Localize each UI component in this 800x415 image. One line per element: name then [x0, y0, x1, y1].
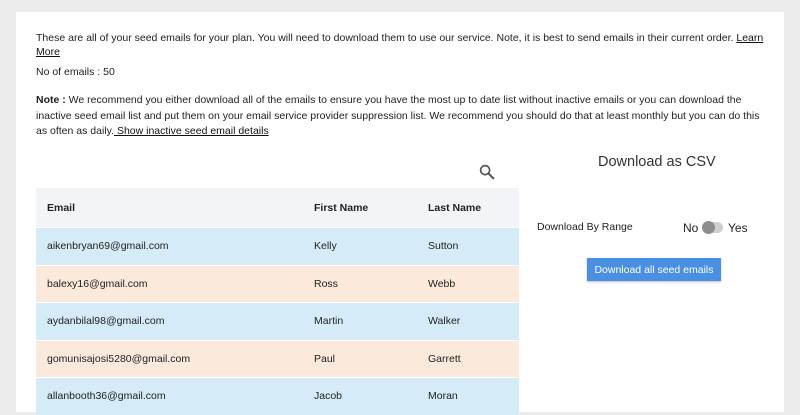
download-csv-title: Download as CSV	[598, 154, 716, 170]
toggle-knob	[702, 221, 715, 234]
intro-description: These are all of your seed emails for yo…	[36, 32, 737, 44]
cell-email: aikenbryan69@gmail.com	[36, 227, 303, 265]
cell-last-name: Walker	[417, 302, 519, 340]
range-toggle[interactable]	[702, 221, 723, 234]
toggle-yes-label: Yes	[728, 221, 748, 235]
cell-first-name: Jacob	[303, 377, 417, 415]
cell-email: gomunisajosi5280@gmail.com	[36, 339, 303, 378]
cell-first-name: Paul	[303, 339, 417, 378]
cell-first-name: Ross	[303, 264, 417, 303]
seed-emails-panel: These are all of your seed emails for yo…	[16, 12, 784, 415]
note-label: Note :	[36, 94, 66, 106]
table-row: aydanbilal98@gmail.com Martin Walker	[36, 302, 519, 340]
table-row: aikenbryan69@gmail.com Kelly Sutton	[36, 227, 519, 265]
cell-last-name: Garrett	[417, 339, 519, 378]
cell-first-name: Martin	[303, 302, 417, 340]
table-row: allanbooth36@gmail.com Jacob Moran	[36, 377, 519, 415]
header-first-name[interactable]: First Name	[303, 188, 417, 228]
table-row: balexy16@gmail.com Ross Webb	[36, 264, 519, 303]
intro-text: These are all of your seed emails for yo…	[36, 31, 766, 59]
header-email[interactable]: Email	[36, 188, 303, 228]
cell-last-name: Moran	[417, 377, 519, 415]
cell-first-name: Kelly	[303, 227, 417, 265]
table-row: gomunisajosi5280@gmail.com Paul Garrett	[36, 339, 519, 378]
note-text: Note : We recommend you either download …	[36, 93, 761, 140]
cell-email: allanbooth36@gmail.com	[36, 377, 303, 415]
cell-email: balexy16@gmail.com	[36, 264, 303, 303]
search-icon[interactable]	[478, 163, 496, 181]
cell-email: aydanbilal98@gmail.com	[36, 302, 303, 340]
header-last-name[interactable]: Last Name	[417, 188, 519, 228]
show-inactive-link[interactable]: Show inactive seed email details	[114, 125, 269, 137]
toggle-no-label: No	[683, 221, 699, 235]
table-header-row: Email First Name Last Name	[36, 188, 519, 228]
seed-email-table: Email First Name Last Name aikenbryan69@…	[36, 188, 519, 415]
cell-last-name: Sutton	[417, 227, 519, 265]
download-all-button[interactable]: Download all seed emails	[587, 258, 721, 281]
download-by-range-label: Download By Range	[537, 221, 633, 233]
cell-last-name: Webb	[417, 264, 519, 303]
email-count: No of emails : 50	[36, 66, 115, 78]
